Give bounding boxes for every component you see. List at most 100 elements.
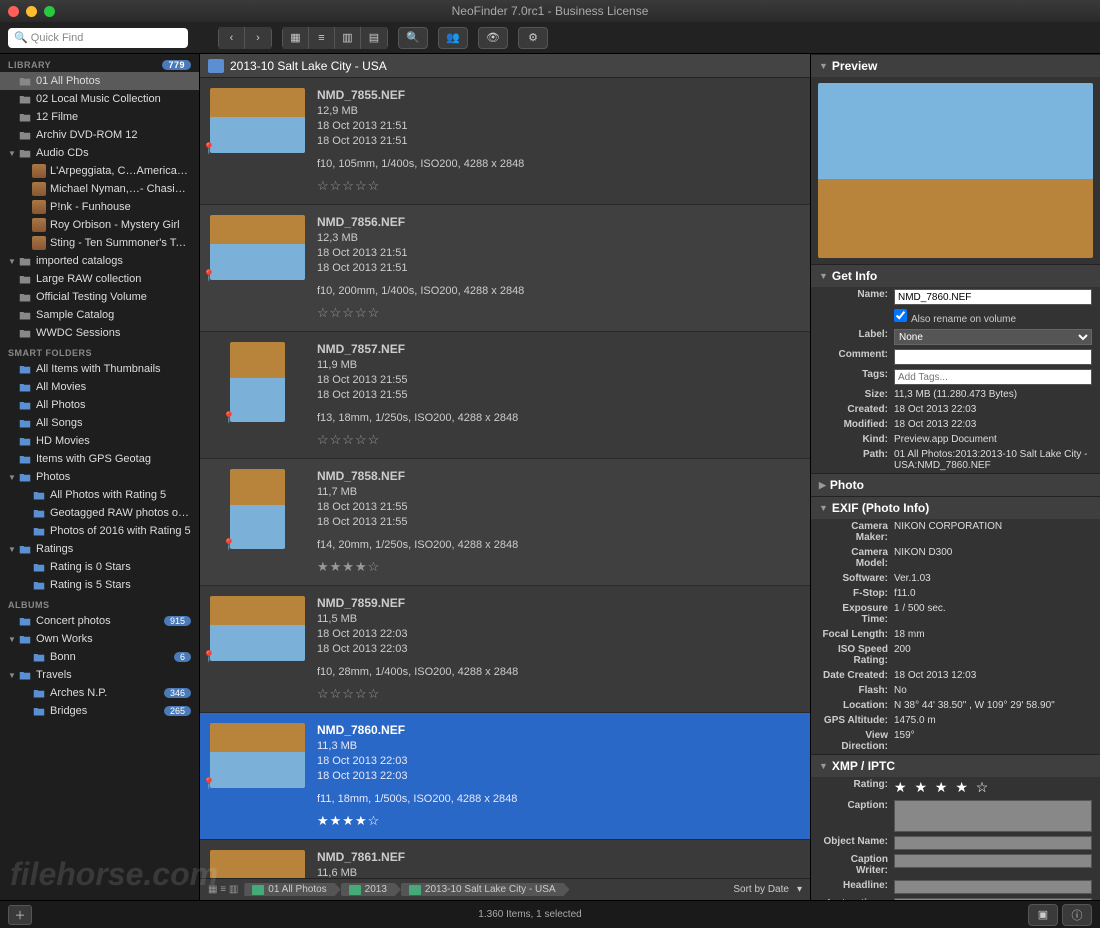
folder-icon: [18, 326, 32, 340]
rating-stars[interactable]: ★ ★ ★ ★ ☆: [894, 779, 990, 796]
view-list-button[interactable]: ≡: [309, 27, 335, 49]
file-rating[interactable]: ★★★★☆: [317, 813, 800, 829]
sidebar-item[interactable]: HD Movies: [0, 432, 199, 450]
disclosure-triangle-icon[interactable]: ▼: [8, 635, 18, 644]
folder-icon: [349, 885, 361, 895]
view-mode-icons[interactable]: ▦ ≡ ▥: [208, 884, 238, 895]
exif-panel-header[interactable]: ▼EXIF (Photo Info): [811, 496, 1100, 519]
sidebar-item[interactable]: WWDC Sessions: [0, 324, 199, 342]
sort-direction-icon[interactable]: ▾: [797, 884, 802, 895]
nav-forward-button[interactable]: ›: [245, 27, 271, 49]
xmp-objname-input[interactable]: [894, 836, 1092, 850]
view-gallery-button[interactable]: ▤: [361, 27, 387, 49]
sidebar-item[interactable]: Geotagged RAW photos of 2013: [0, 504, 199, 522]
file-row[interactable]: 📍NMD_7861.NEF11,6 MB18 Oct 2013 22:0318 …: [200, 840, 810, 878]
comment-input[interactable]: [894, 349, 1092, 365]
sidebar-item[interactable]: Michael Nyman,…- Chasing Pianos: [0, 180, 199, 198]
breadcrumb[interactable]: 01 All Photos: [244, 883, 340, 896]
file-rating[interactable]: ☆☆☆☆☆: [317, 432, 800, 448]
sidebar-item[interactable]: All Photos with Rating 5: [0, 486, 199, 504]
sidebar-item[interactable]: ▼Own Works: [0, 630, 199, 648]
sidebar-item[interactable]: 12 Filme: [0, 108, 199, 126]
sidebar-item[interactable]: P!nk - Funhouse: [0, 198, 199, 216]
sidebar-item[interactable]: 01 All Photos: [0, 72, 199, 90]
people-button[interactable]: 👥: [438, 27, 468, 49]
sidebar-item[interactable]: All Items with Thumbnails: [0, 360, 199, 378]
sidebar-item[interactable]: All Songs: [0, 414, 199, 432]
disclosure-triangle-icon[interactable]: ▼: [8, 545, 18, 554]
file-row[interactable]: 📍NMD_7859.NEF11,5 MB18 Oct 2013 22:0318 …: [200, 586, 810, 713]
file-rating[interactable]: ☆☆☆☆☆: [317, 178, 800, 194]
sidebar-item[interactable]: Official Testing Volume: [0, 288, 199, 306]
window-title: NeoFinder 7.0rc1 - Business License: [0, 4, 1100, 18]
disclosure-triangle-icon[interactable]: ▼: [8, 671, 18, 680]
file-rating[interactable]: ★★★★☆: [317, 559, 800, 575]
sidebar-item[interactable]: 02 Local Music Collection: [0, 90, 199, 108]
xmp-caption-input[interactable]: [894, 800, 1092, 832]
disclosure-triangle-icon[interactable]: ▼: [8, 257, 18, 266]
xmp-headline-input[interactable]: [894, 880, 1092, 894]
sort-menu[interactable]: Sort by Date: [733, 884, 789, 895]
sidebar-item[interactable]: ▼Audio CDs: [0, 144, 199, 162]
xmp-capwriter-input[interactable]: [894, 854, 1092, 868]
breadcrumb[interactable]: 2013: [341, 883, 401, 896]
file-row[interactable]: 📍NMD_7860.NEF11,3 MB18 Oct 2013 22:0318 …: [200, 713, 810, 840]
sidebar-item[interactable]: ▼Photos: [0, 468, 199, 486]
file-rating[interactable]: ☆☆☆☆☆: [317, 305, 800, 321]
file-row[interactable]: 📍NMD_7855.NEF12,9 MB18 Oct 2013 21:5118 …: [200, 78, 810, 205]
sidebar-item[interactable]: Photos of 2016 with Rating 5: [0, 522, 199, 540]
folder-header: 2013-10 Salt Lake City - USA: [200, 54, 810, 78]
file-row[interactable]: 📍NMD_7857.NEF11,9 MB18 Oct 2013 21:5518 …: [200, 332, 810, 459]
file-row[interactable]: 📍NMD_7856.NEF12,3 MB18 Oct 2013 21:5118 …: [200, 205, 810, 332]
smart-folders-header: SMART FOLDERS: [0, 342, 199, 360]
quicklook-button[interactable]: 👁: [478, 27, 508, 49]
sidebar-item[interactable]: Items with GPS Geotag: [0, 450, 199, 468]
disclosure-triangle-icon[interactable]: ▼: [8, 149, 18, 158]
label-select[interactable]: None: [894, 329, 1092, 345]
sidebar-item[interactable]: Concert photos915: [0, 612, 199, 630]
nav-back-button[interactable]: ‹: [219, 27, 245, 49]
breadcrumb[interactable]: 2013-10 Salt Lake City - USA: [401, 883, 570, 896]
getinfo-panel-header[interactable]: ▼Get Info: [811, 264, 1100, 287]
view-columns-button[interactable]: ▥: [335, 27, 361, 49]
sidebar-item[interactable]: ▼Travels: [0, 666, 199, 684]
sidebar-item[interactable]: ▼imported catalogs: [0, 252, 199, 270]
photo-panel-header[interactable]: ▶Photo: [811, 473, 1100, 496]
sidebar-item[interactable]: Large RAW collection: [0, 270, 199, 288]
disclosure-triangle-icon[interactable]: ▼: [8, 473, 18, 482]
exif-alt: 1475.0 m: [894, 715, 1092, 726]
settings-button[interactable]: ⚙: [518, 27, 548, 49]
sidebar-item-label: 01 All Photos: [36, 75, 191, 87]
sidebar-item[interactable]: Bonn6: [0, 648, 199, 666]
exif-flash: No: [894, 685, 1092, 696]
xmp-panel-header[interactable]: ▼XMP / IPTC: [811, 754, 1100, 777]
preview-panel-header[interactable]: ▼Preview: [811, 54, 1100, 77]
sidebar-item[interactable]: ▼Ratings: [0, 540, 199, 558]
status-text: 1.360 Items, 1 selected: [32, 909, 1028, 920]
view-icons-button[interactable]: ▦: [283, 27, 309, 49]
sidebar-item[interactable]: Roy Orbison - Mystery Girl: [0, 216, 199, 234]
tags-input[interactable]: [894, 369, 1092, 385]
sidebar-item[interactable]: Rating is 5 Stars: [0, 576, 199, 594]
file-row[interactable]: 📍NMD_7858.NEF11,7 MB18 Oct 2013 21:5518 …: [200, 459, 810, 586]
file-rating[interactable]: ☆☆☆☆☆: [317, 686, 800, 702]
sidebar-item[interactable]: Sample Catalog: [0, 306, 199, 324]
add-button[interactable]: ＋: [8, 905, 32, 925]
sidebar-item[interactable]: Arches N.P.346: [0, 684, 199, 702]
file-name: NMD_7860.NEF: [317, 723, 800, 737]
sidebar-item-label: 02 Local Music Collection: [36, 93, 191, 105]
find-button[interactable]: 🔍: [398, 27, 428, 49]
rename-checkbox[interactable]: Also rename on volume: [894, 309, 1016, 325]
info-toggle-button[interactable]: ⓘ: [1062, 904, 1092, 926]
sidebar-item[interactable]: Bridges265: [0, 702, 199, 720]
sidebar-item[interactable]: L'Arpeggiata, C…American Project: [0, 162, 199, 180]
inspector-toggle-button[interactable]: ▣: [1028, 904, 1058, 926]
sidebar-item[interactable]: Sting - Ten Summoner's Tales: [0, 234, 199, 252]
sidebar-item[interactable]: Rating is 0 Stars: [0, 558, 199, 576]
sidebar-item[interactable]: All Photos: [0, 396, 199, 414]
sidebar-item[interactable]: All Movies: [0, 378, 199, 396]
name-input[interactable]: [894, 289, 1092, 305]
sidebar-item[interactable]: Archiv DVD-ROM 12: [0, 126, 199, 144]
file-list[interactable]: 📍NMD_7855.NEF12,9 MB18 Oct 2013 21:5118 …: [200, 78, 810, 878]
quick-find-input[interactable]: 🔍 Quick Find: [8, 28, 188, 48]
